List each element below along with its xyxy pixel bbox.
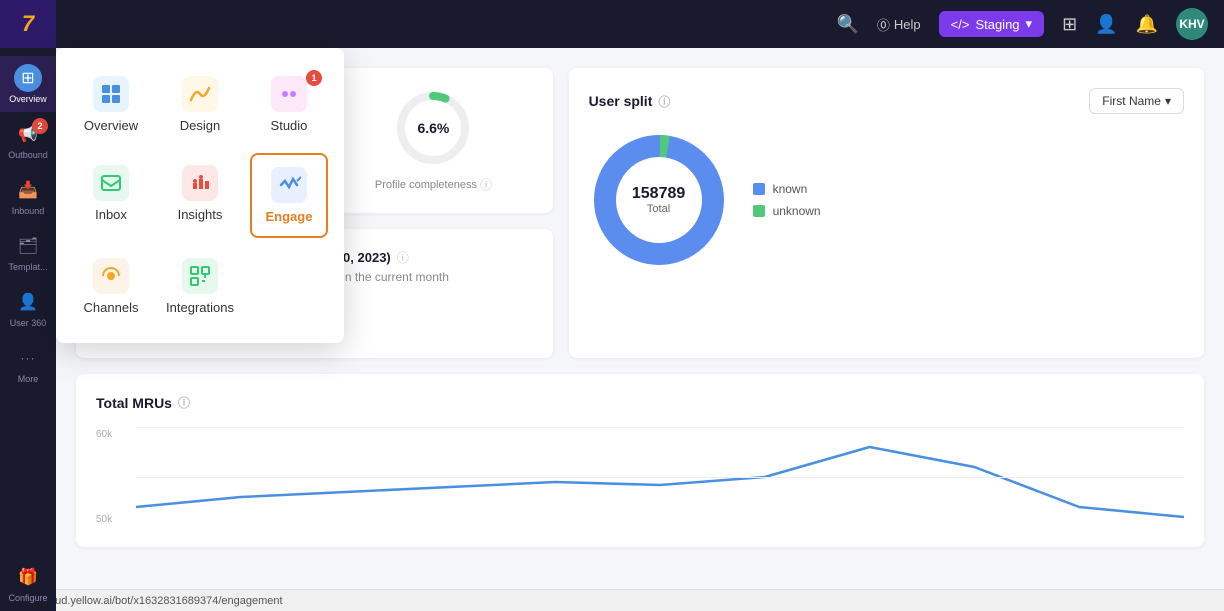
unknown-label: unknown bbox=[773, 204, 821, 218]
mru-info-icon[interactable]: ⓘ bbox=[397, 249, 409, 266]
dropdown-item-overview[interactable]: Overview bbox=[72, 64, 150, 145]
inbound-icon: 📥 bbox=[14, 176, 42, 204]
channels-menu-icon bbox=[93, 258, 129, 294]
sidebar-label-user360: User 360 bbox=[10, 318, 47, 328]
design-menu-label: Design bbox=[180, 118, 220, 133]
engage-menu-icon bbox=[271, 167, 307, 203]
studio-menu-icon bbox=[271, 76, 307, 112]
chart-y-label-60k: 60k bbox=[96, 429, 132, 440]
dropdown-item-design[interactable]: Design bbox=[158, 64, 242, 145]
help-circle-icon: ⓪ bbox=[877, 15, 890, 34]
chart-y-label-50k: 50k bbox=[96, 514, 132, 525]
donut-total: 158789 bbox=[632, 185, 685, 203]
staging-label: Staging bbox=[975, 17, 1019, 32]
donut-container: 158789 Total known unknown bbox=[589, 130, 1184, 270]
sidebar-label-overview: Overview bbox=[9, 94, 47, 104]
design-menu-icon bbox=[182, 76, 218, 112]
channels-menu-label: Channels bbox=[84, 300, 139, 315]
dropdown-item-inbox[interactable]: Inbox bbox=[72, 153, 150, 238]
sidebar-label-inbound: Inbound bbox=[12, 206, 45, 216]
help-label: Help bbox=[894, 17, 921, 32]
top-header: 7 🔍 ⓪ Help </> Staging ▾ ⊞ 👤 🔔 KHV bbox=[0, 0, 1224, 48]
profile-pct-value: 6.6% bbox=[417, 120, 449, 136]
dropdown-item-studio[interactable]: 1 Studio bbox=[250, 64, 328, 145]
user360-icon: 👤 bbox=[14, 288, 42, 316]
grid-icon[interactable]: ⊞ bbox=[1062, 14, 1077, 35]
overview-icon: ⊞ bbox=[14, 64, 42, 92]
insights-menu-label: Insights bbox=[178, 207, 223, 222]
profile-completeness-card: 6.6% Profile completeness ⓘ bbox=[314, 68, 552, 213]
overview-menu-label: Overview bbox=[84, 118, 138, 133]
sidebar-item-configure[interactable]: 🎁 Configure bbox=[0, 555, 56, 611]
user-icon[interactable]: 👤 bbox=[1095, 14, 1117, 35]
code-icon: </> bbox=[951, 17, 970, 32]
donut-center: 158789 Total bbox=[632, 185, 685, 215]
user-split-header: User split ⓘ First Name ▾ bbox=[589, 88, 1184, 114]
dropdown-item-integrations[interactable]: Integrations bbox=[158, 246, 242, 327]
overview-menu-icon bbox=[93, 76, 129, 112]
avatar[interactable]: KHV bbox=[1176, 8, 1208, 40]
sidebar-item-more[interactable]: ··· More bbox=[0, 336, 56, 392]
logo[interactable]: 7 bbox=[0, 0, 56, 48]
sidebar-item-templates[interactable]: 🗂 Templat... bbox=[0, 224, 56, 280]
known-dot bbox=[753, 183, 765, 195]
user-split-info-icon[interactable]: ⓘ bbox=[658, 93, 670, 110]
user-split-filter-button[interactable]: First Name ▾ bbox=[1089, 88, 1184, 114]
total-mru-info-icon[interactable]: ⓘ bbox=[178, 394, 190, 411]
help-button[interactable]: ⓪ Help bbox=[877, 15, 921, 34]
unknown-dot bbox=[753, 205, 765, 217]
sidebar-item-outbound[interactable]: 📢 Outbound 2 bbox=[0, 112, 56, 168]
total-mru-title: Total MRUs bbox=[96, 395, 172, 411]
engage-menu-label: Engage bbox=[266, 209, 313, 224]
known-label: known bbox=[773, 182, 808, 196]
logo-text: 7 bbox=[22, 11, 34, 37]
studio-badge: 1 bbox=[306, 70, 322, 86]
insights-menu-icon bbox=[182, 165, 218, 201]
integrations-menu-label: Integrations bbox=[166, 300, 234, 315]
user-split-title: User split ⓘ bbox=[589, 93, 671, 110]
sidebar-item-overview[interactable]: ⊞ Overview bbox=[0, 56, 56, 112]
sidebar-label-templates: Templat... bbox=[8, 262, 47, 272]
dropdown-item-channels[interactable]: Channels bbox=[72, 246, 150, 327]
more-icon: ··· bbox=[14, 344, 42, 372]
dropdown-item-insights[interactable]: Insights bbox=[158, 153, 242, 238]
header-icons: 🔍 ⓪ Help </> Staging ▾ ⊞ 👤 🔔 KHV bbox=[836, 8, 1208, 40]
integrations-menu-icon bbox=[182, 258, 218, 294]
avatar-label: KHV bbox=[1179, 17, 1204, 31]
sidebar-item-inbound[interactable]: 📥 Inbound bbox=[0, 168, 56, 224]
legend-item-unknown: unknown bbox=[753, 204, 821, 218]
sidebar-label-more: More bbox=[18, 374, 39, 384]
donut-label: Total bbox=[632, 203, 685, 215]
inbox-menu-label: Inbox bbox=[95, 207, 127, 222]
studio-menu-label: Studio bbox=[271, 118, 308, 133]
chevron-down-icon: ▾ bbox=[1026, 16, 1033, 32]
sidebar-label-configure: Configure bbox=[8, 593, 47, 603]
search-icon[interactable]: 🔍 bbox=[836, 14, 858, 35]
dropdown-item-engage[interactable]: Engage bbox=[250, 153, 328, 238]
legend-item-known: known bbox=[753, 182, 821, 196]
donut-chart: 158789 Total bbox=[589, 130, 729, 270]
inbox-menu-icon bbox=[93, 165, 129, 201]
profile-completeness-label: Profile completeness bbox=[375, 179, 477, 191]
chart-wrapper: 60k 50k bbox=[96, 427, 1184, 527]
chart-legend: known unknown bbox=[753, 182, 821, 218]
staging-button[interactable]: </> Staging ▾ bbox=[939, 11, 1044, 37]
templates-icon: 🗂 bbox=[14, 232, 42, 260]
filter-chevron-icon: ▾ bbox=[1165, 94, 1171, 108]
notification-icon[interactable]: 🔔 bbox=[1136, 14, 1158, 35]
chart-area bbox=[136, 427, 1184, 527]
configure-icon: 🎁 bbox=[14, 563, 42, 591]
sidebar-label-outbound: Outbound bbox=[8, 150, 48, 160]
dropdown-menu: Overview Design 1 Studio Inbox Insight bbox=[56, 48, 344, 343]
profile-info-icon[interactable]: ⓘ bbox=[480, 176, 492, 193]
total-mru-header: Total MRUs ⓘ bbox=[96, 394, 1184, 411]
sidebar: ⊞ Overview 📢 Outbound 2 📥 Inbound 🗂 Temp… bbox=[0, 48, 56, 611]
outbound-badge: 2 bbox=[32, 118, 48, 134]
total-mru-section: Total MRUs ⓘ 60k 50k bbox=[76, 374, 1204, 547]
user-split-card: User split ⓘ First Name ▾ bbox=[569, 68, 1204, 358]
sidebar-item-user360[interactable]: 👤 User 360 bbox=[0, 280, 56, 336]
status-bar: https://cloud.yellow.ai/bot/x16328316893… bbox=[0, 589, 1224, 611]
dropdown-grid: Overview Design 1 Studio Inbox Insight bbox=[72, 64, 328, 327]
